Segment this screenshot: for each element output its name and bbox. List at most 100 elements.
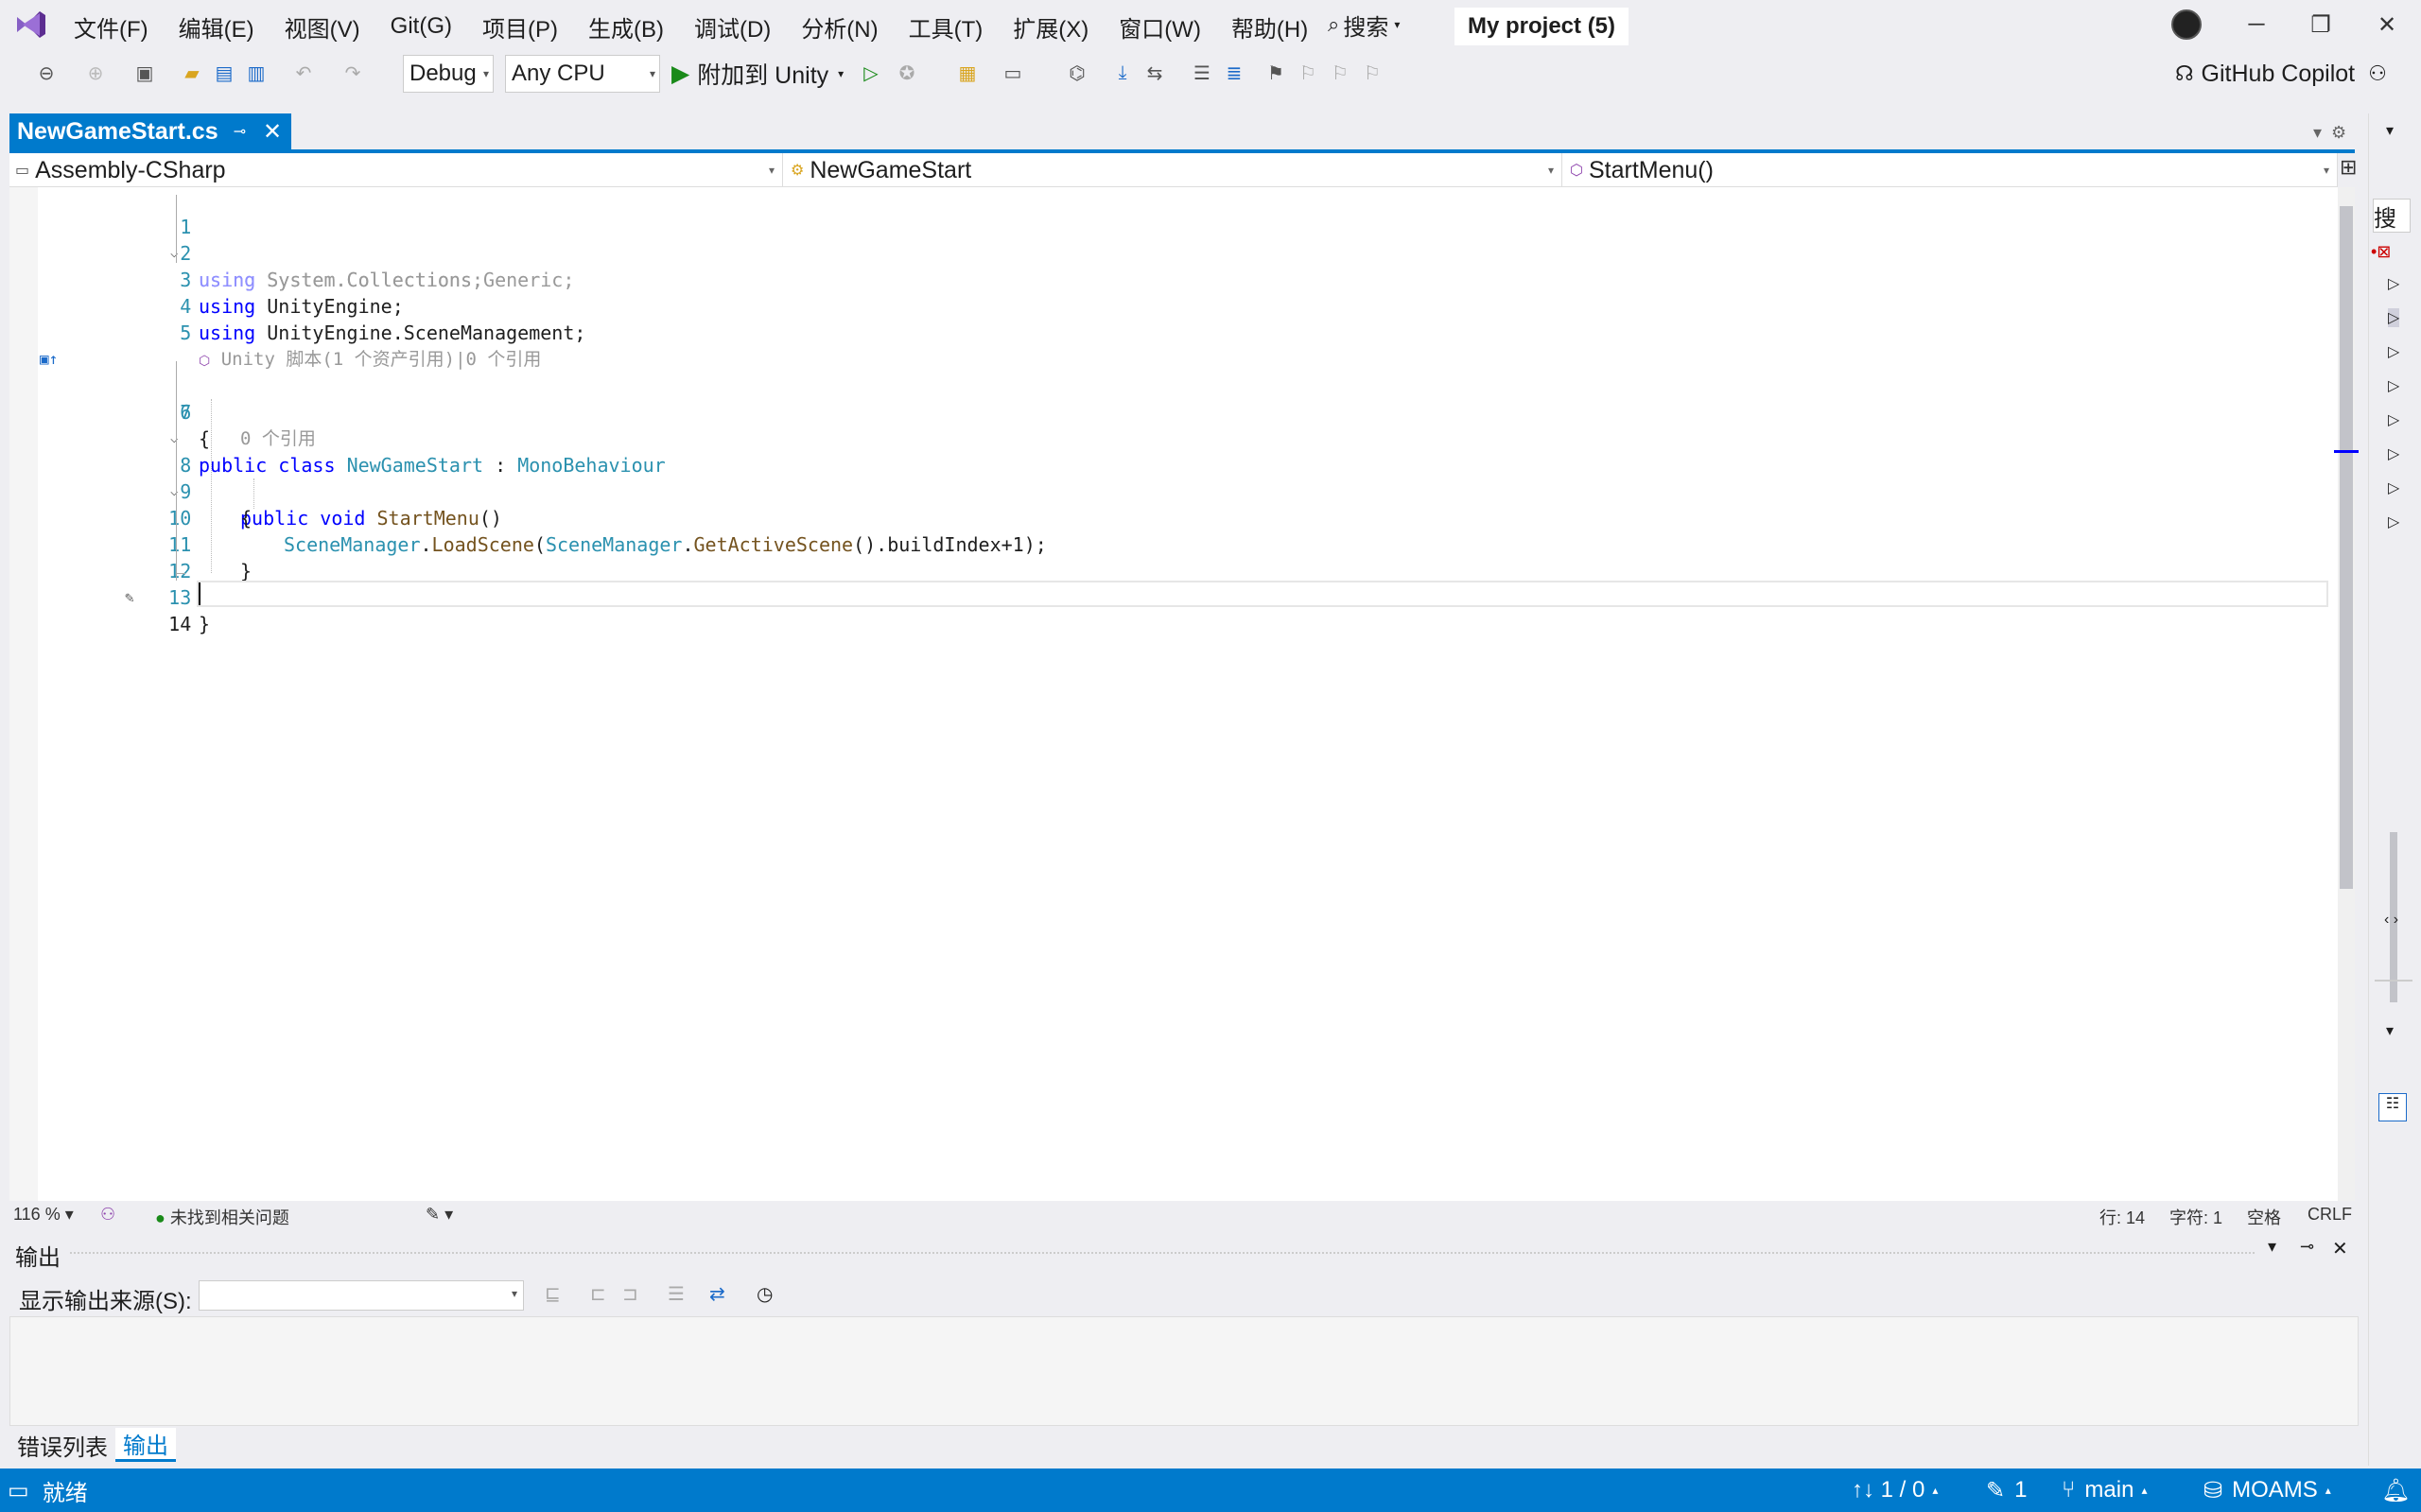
spacing-indicator[interactable]: 空格 [2247,1205,2281,1229]
file-compare-icon[interactable]: ⇆ [1141,59,1169,87]
scrollbar-thumb[interactable] [2340,206,2353,889]
project-nav-select[interactable]: ▭ Assembly-CSharp ▾ [9,153,783,187]
tree-expand-icon[interactable]: ▷ [2388,342,2399,361]
back-icon[interactable]: ⊖ [32,59,61,87]
menu-view[interactable]: 视图(V) [270,10,375,43]
close-tab-icon[interactable]: ✕ [263,118,282,146]
tree-expand-icon[interactable]: ▷ [2388,444,2399,463]
clear-bookmarks-icon[interactable]: ⚐ [1358,59,1386,87]
fold-toggle-icon[interactable]: ⌵ [170,426,178,452]
start-without-debug-icon[interactable]: ▷ [857,59,885,87]
tree-expand-icon[interactable]: ▷ [2388,478,2399,497]
menu-git[interactable]: Git(G) [375,13,467,40]
properties-icon[interactable]: ☷ [2378,1093,2407,1121]
comment-icon[interactable]: ☰ [1188,59,1216,87]
quick-actions-icon[interactable]: ✎ [125,584,134,611]
char-indicator[interactable]: 字符: 1 [2169,1205,2222,1229]
git-changes-button[interactable]: ✎ 1 [1986,1469,2027,1512]
avatar[interactable] [2171,9,2202,40]
health-icon[interactable]: ⚇ [100,1205,115,1225]
tree-expand-icon[interactable]: ▷ [2388,308,2400,327]
tree-expand-icon[interactable]: ▷ [2388,513,2399,531]
zoom-select[interactable]: 116 % ▾ [13,1205,74,1225]
tab-newgamestart[interactable]: NewGameStart.cs ⊸ ✕ [9,113,291,149]
codelens-class[interactable]: ⬡ Unity 脚本(1 个资产引用)|0 个引用 [199,346,541,374]
issues-indicator[interactable]: ● 未找到相关问题 [155,1205,289,1229]
save-icon[interactable]: ▤ [210,59,238,87]
code-editor[interactable]: 1 ⌵ using System.Collections; 2 using Sy… [9,187,2338,1201]
word-wrap-icon[interactable]: ⇄ [709,1282,725,1306]
notifications-icon[interactable]: 🔔︎ [2381,1469,2410,1512]
step-icon[interactable]: ⤓ [1108,59,1137,87]
minimize-button[interactable]: ─ [2228,6,2285,43]
code-cleanup-icon[interactable]: ✎ ▾ [426,1205,453,1225]
uncomment-icon[interactable]: ≣ [1220,59,1248,87]
solution-explorer-icon[interactable]: ▦ [953,59,982,87]
close-button[interactable]: ✕ [2359,6,2415,43]
bookmark-icon[interactable]: ⚑ [1262,59,1290,87]
branch-button[interactable]: ⑂ main ▴ [2062,1469,2147,1512]
pin-icon[interactable]: ⊸ [234,122,246,141]
search-button[interactable]: ⌕ 搜索 ▾ [1328,6,1400,43]
drag-grip[interactable] [70,1252,2255,1256]
codelens-method[interactable]: 0 个引用 [240,426,316,452]
menu-debug[interactable]: 调试(D) [679,10,786,43]
platform-select[interactable]: Any CPU ▾ [505,55,660,93]
close-panel-icon[interactable]: ✕ [2332,1237,2348,1260]
tree-expand-icon[interactable]: ▷ [2388,376,2399,395]
chevron-down-icon[interactable]: ▾ [2386,1021,2394,1040]
forward-icon[interactable]: ⊕ [81,59,110,87]
pin-icon[interactable]: ⊸ [2300,1237,2314,1257]
save-all-icon[interactable]: ▥ [242,59,270,87]
eol-indicator[interactable]: CRLF [2308,1205,2352,1225]
tree-expand-icon[interactable]: ▷ [2388,410,2399,429]
git-sync-button[interactable]: ↑↓ 1 / 0 ▴ [1852,1469,1938,1512]
menu-help[interactable]: 帮助(H) [1216,10,1323,43]
hot-reload-icon[interactable]: ✪ [893,59,921,87]
timestamp-icon[interactable]: ◷ [757,1282,773,1306]
menu-file[interactable]: 文件(F) [59,10,164,43]
type-nav-select[interactable]: ⚙ NewGameStart ▾ [785,153,1562,187]
implementation-icon[interactable]: ▣↑ [40,346,58,373]
next-message-icon[interactable]: ⊐ [622,1282,638,1306]
new-project-icon[interactable]: ▣ [131,59,159,87]
menu-analyze[interactable]: 分析(N) [786,10,893,43]
menu-edit[interactable]: 编辑(E) [164,10,270,43]
diagnostic-icon[interactable]: •⊠ [2371,242,2391,262]
search-input[interactable]: 搜 [2373,199,2411,233]
prev-message-icon[interactable]: ⊏ [590,1282,606,1306]
line-indicator[interactable]: 行: 14 [2099,1205,2145,1229]
undo-icon[interactable]: ↶ [289,59,318,87]
repo-button[interactable]: ⛁ MOAMS ▴ [2203,1469,2331,1512]
config-select[interactable]: Debug ▾ [403,55,494,93]
spell-check-icon[interactable]: ⌬ [1063,59,1091,87]
redo-icon[interactable]: ↷ [339,59,367,87]
tree-expand-icon[interactable]: ▷ [2388,274,2399,293]
tab-overflow-icons[interactable]: ▾ ⚙ [2313,123,2346,143]
chevron-down-icon[interactable]: ▾ [2386,121,2394,140]
output-content[interactable] [9,1316,2359,1426]
member-nav-select[interactable]: ⬡ StartMenu() ▾ [1564,153,2338,187]
next-bookmark-icon[interactable]: ⚐ [1326,59,1354,87]
clear-all-icon[interactable]: ☰ [668,1282,685,1306]
prev-bookmark-icon[interactable]: ⚐ [1294,59,1322,87]
menu-project[interactable]: 项目(P) [467,10,573,43]
window-layout-icon[interactable]: ▭ [999,59,1027,87]
menu-extensions[interactable]: 扩展(X) [998,10,1104,43]
split-icon[interactable]: ⊞ [2340,155,2357,180]
open-folder-icon[interactable]: ▰ [178,59,206,87]
glyph-margin[interactable] [9,187,38,1201]
attach-unity-button[interactable]: ▶ 附加到 Unity ▾ [671,55,844,93]
tab-output[interactable]: 输出 [115,1428,176,1462]
menu-build[interactable]: 生成(B) [573,10,679,43]
menu-window[interactable]: 窗口(W) [1104,10,1216,43]
tab-error-list[interactable]: 错误列表 [9,1428,115,1462]
github-copilot-button[interactable]: ☊ GitHub Copilot ⚇ [2175,57,2387,91]
find-message-icon[interactable]: ⊑ [545,1282,561,1306]
scroll-left-right-icon[interactable]: ‹ › [2384,912,2398,929]
panel-menu-icon[interactable]: ▾ [2268,1237,2276,1257]
unity-icon: ⬡ [199,354,211,369]
restore-button[interactable]: ❐ [2292,6,2349,43]
menu-tools[interactable]: 工具(T) [894,10,999,43]
output-source-select[interactable]: ▾ [199,1280,524,1311]
